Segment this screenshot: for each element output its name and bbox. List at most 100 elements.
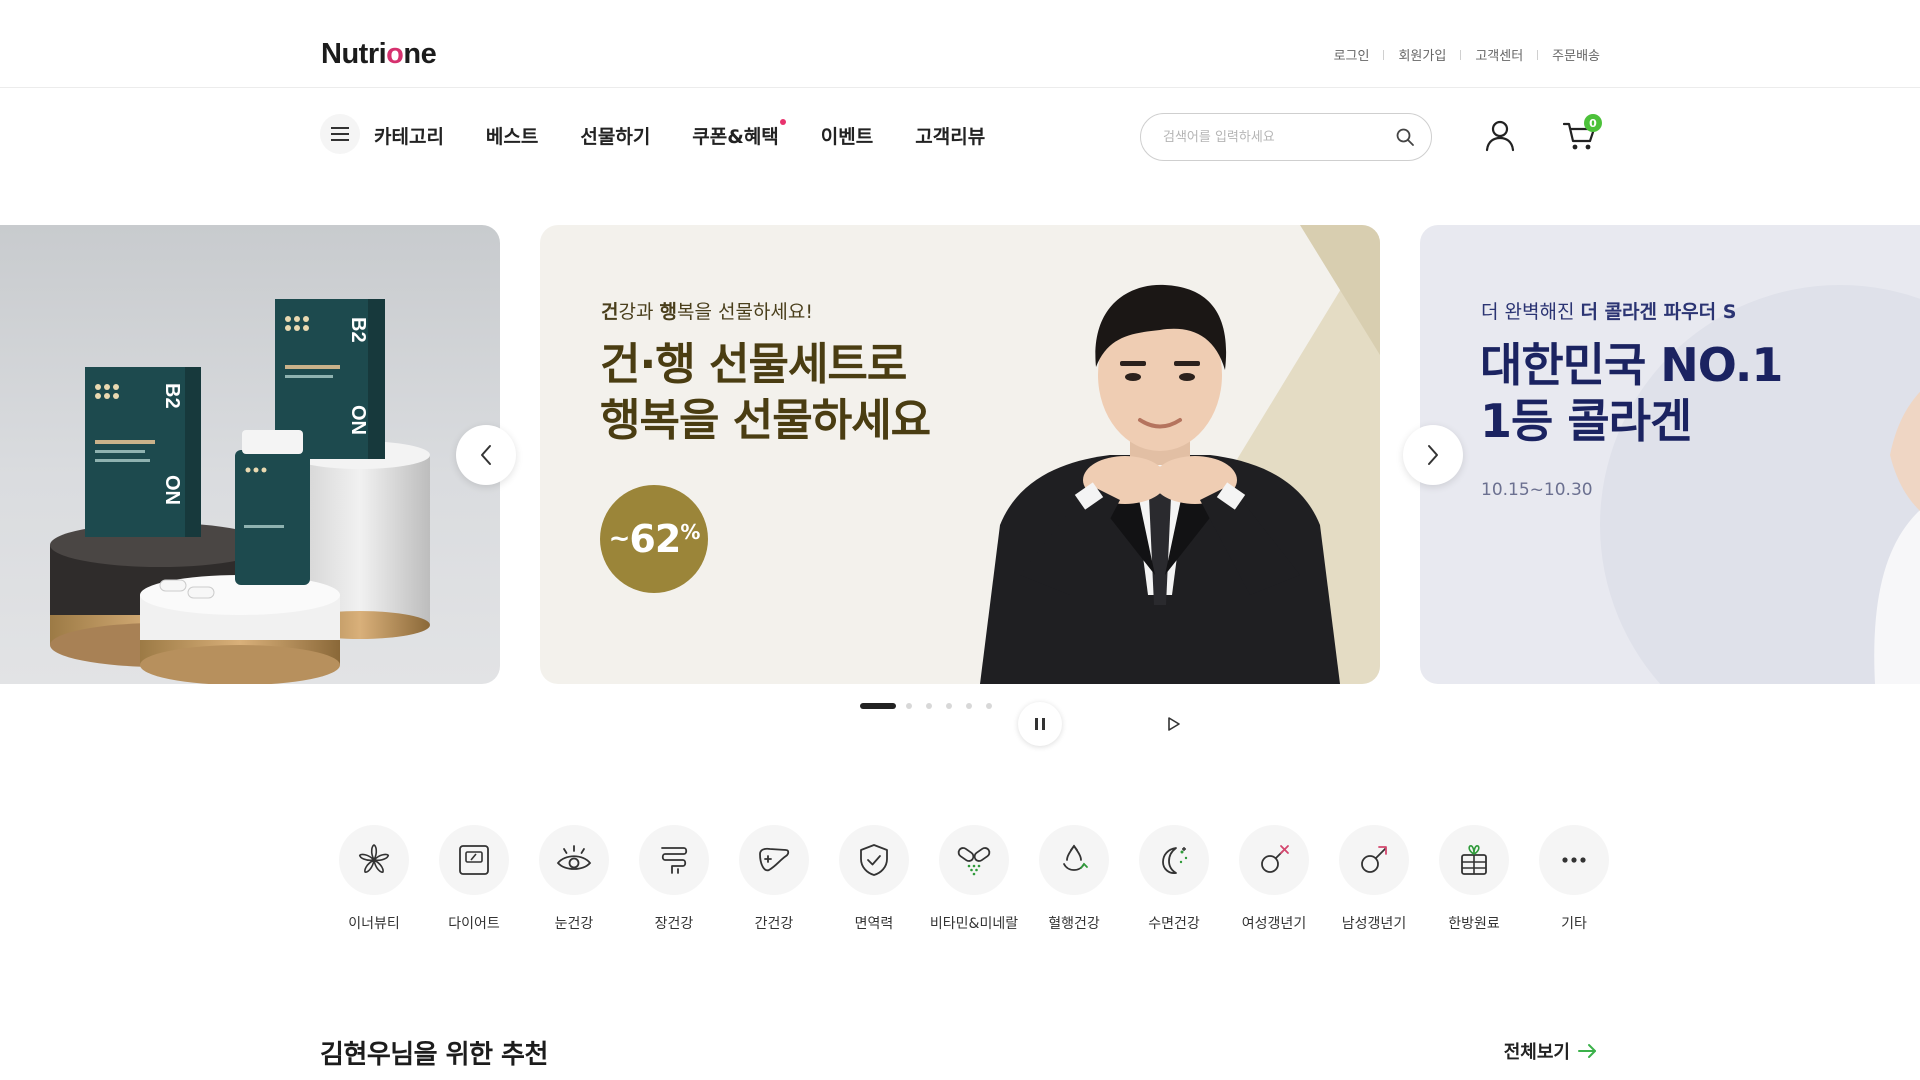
pagination-dot[interactable] xyxy=(966,703,972,709)
category-vitamin-mineral[interactable]: 비타민&미네랄 xyxy=(924,825,1024,933)
category-icon-circle xyxy=(639,825,709,895)
flower-icon xyxy=(358,844,390,873)
utility-links: 로그인 회원가입 고객센터 주문배송 xyxy=(1334,45,1600,64)
logo-text-end: ne xyxy=(403,38,437,70)
nav-item-label: 쿠폰&혜택 xyxy=(692,126,779,148)
hamburger-menu-button[interactable] xyxy=(320,114,360,154)
svg-text:B2: B2 xyxy=(347,317,369,343)
category-icon-circle xyxy=(1539,825,1609,895)
pagination-dot[interactable] xyxy=(946,703,952,709)
eye-icon xyxy=(556,845,592,870)
pagination-dot[interactable] xyxy=(906,703,912,709)
category-female-menopause[interactable]: 여성갱년기 xyxy=(1224,825,1324,933)
category-icon-circle xyxy=(1039,825,1109,895)
carousel-prev-button[interactable] xyxy=(456,425,516,485)
category-label: 남성갱년기 xyxy=(1341,916,1407,932)
user-icon xyxy=(1485,120,1515,152)
nav-item-review[interactable]: 고객리뷰 xyxy=(915,122,985,149)
svg-text:ON: ON xyxy=(161,475,183,505)
category-label: 기타 xyxy=(1561,916,1587,932)
category-icon-circle xyxy=(539,825,609,895)
discount-value: 62 xyxy=(629,517,681,561)
login-link[interactable]: 로그인 xyxy=(1334,45,1370,64)
discount-unit: % xyxy=(680,520,700,544)
category-herbal[interactable]: 한방원료 xyxy=(1424,825,1524,933)
pagination-dot[interactable] xyxy=(926,703,932,709)
view-all-label: 전체보기 xyxy=(1503,1042,1570,1063)
chevron-right-icon xyxy=(1428,445,1438,465)
more-icon xyxy=(1562,857,1586,863)
my-page-button[interactable] xyxy=(1482,118,1518,154)
category-label: 비타민&미네랄 xyxy=(929,916,1019,932)
category-immunity[interactable]: 면역력 xyxy=(824,825,924,933)
view-all-link[interactable]: 전체보기 xyxy=(1504,1038,1600,1064)
divider xyxy=(1383,49,1385,60)
nav-item-label: 고객리뷰 xyxy=(915,126,986,148)
category-label: 여성갱년기 xyxy=(1241,916,1307,932)
nav-item-label: 베스트 xyxy=(485,126,539,148)
play-icon xyxy=(1168,717,1180,731)
category-male-menopause[interactable]: 남성갱년기 xyxy=(1324,825,1424,933)
nav-item-gift[interactable]: 선물하기 xyxy=(580,122,650,149)
category-shortcuts: 이너뷰티 다이어트 눈건강 장건강 간건강 면역력 비타민&미네랄 혈행건강 수… xyxy=(324,825,1624,933)
arrow-right-icon xyxy=(1578,1044,1596,1058)
nav-item-event[interactable]: 이벤트 xyxy=(821,122,873,149)
category-label: 장건강 xyxy=(654,916,694,932)
signup-link[interactable]: 회원가입 xyxy=(1398,45,1446,64)
recommend-section-title: 김현우님을 위한 추천 xyxy=(320,1040,548,1070)
cart-button[interactable]: 0 xyxy=(1560,114,1602,154)
nav-item-label: 이벤트 xyxy=(820,126,874,148)
banner-title-line: 건·행 선물세트로 xyxy=(600,339,907,390)
hamburger-icon xyxy=(331,127,349,141)
discount-badge: ~62% xyxy=(600,485,708,593)
top-utility-bar: Nutrione 로그인 회원가입 고객센터 주문배송 xyxy=(0,0,1920,88)
pagination-dot[interactable] xyxy=(986,703,992,709)
nav-item-label: 카테고리 xyxy=(374,126,444,148)
category-sleep-health[interactable]: 수면건강 xyxy=(1124,825,1224,933)
nav-item-best[interactable]: 베스트 xyxy=(486,122,538,149)
category-icon-circle xyxy=(1139,825,1209,895)
category-eye-health[interactable]: 눈건강 xyxy=(524,825,624,933)
category-label: 간건강 xyxy=(754,916,794,932)
carousel-play-button[interactable] xyxy=(1162,712,1186,736)
category-gut-health[interactable]: 장건강 xyxy=(624,825,724,933)
banner-slide-current[interactable]: 건강과 행복을 선물하세요! 건·행 선물세트로 행복을 선물하세요 ~62% xyxy=(540,225,1380,684)
category-label: 다이어트 xyxy=(448,916,500,932)
customer-center-link[interactable]: 고객센터 xyxy=(1475,45,1523,64)
category-inner-beauty[interactable]: 이너뷰티 xyxy=(324,825,424,933)
carousel-pause-button[interactable] xyxy=(1018,702,1062,746)
nav-item-category[interactable]: 카테고리 xyxy=(374,122,444,149)
intestine-icon xyxy=(661,847,688,874)
category-icon-circle xyxy=(439,825,509,895)
category-diet[interactable]: 다이어트 xyxy=(424,825,524,933)
nav-item-label: 선물하기 xyxy=(580,126,651,148)
banner-slide-next[interactable]: 더 완벽해진 더 콜라겐 파우더 S 대한민국 NO.1 1등 콜라겐 10.1… xyxy=(1420,225,1920,684)
search-icon[interactable] xyxy=(1393,125,1417,149)
category-label: 한방원료 xyxy=(1448,916,1500,932)
capsule-icon xyxy=(957,847,991,876)
search-input[interactable] xyxy=(1163,129,1393,145)
category-liver-health[interactable]: 간건강 xyxy=(724,825,824,933)
scale-icon xyxy=(459,845,489,875)
model-person-image xyxy=(980,284,1340,684)
banner-title-line: 1등 콜라겐 xyxy=(1480,394,1692,448)
liver-icon xyxy=(759,847,790,872)
brand-logo[interactable]: Nutrione xyxy=(321,38,437,71)
category-blood-circulation[interactable]: 혈행건강 xyxy=(1024,825,1124,933)
category-icon-circle xyxy=(939,825,1009,895)
category-label: 수면건강 xyxy=(1148,916,1200,932)
shield-icon xyxy=(860,844,888,876)
circulation-icon xyxy=(1063,844,1088,871)
category-label: 면역력 xyxy=(854,916,894,932)
order-delivery-link[interactable]: 주문배송 xyxy=(1552,45,1600,64)
pause-icon xyxy=(1035,718,1045,730)
banner-subtitle: 더 완벽해진 더 콜라겐 파우더 S xyxy=(1481,301,1737,323)
category-label: 이너뷰티 xyxy=(348,916,400,932)
pagination-dot-active[interactable] xyxy=(860,703,896,709)
carousel-next-button[interactable] xyxy=(1403,425,1463,485)
category-icon-circle xyxy=(839,825,909,895)
banner-slide-previous[interactable]: B2 ON B2 ON xyxy=(0,225,500,684)
nav-item-coupon[interactable]: 쿠폰&혜택 xyxy=(692,119,786,149)
new-indicator-dot xyxy=(779,119,786,125)
category-etc[interactable]: 기타 xyxy=(1524,825,1624,933)
